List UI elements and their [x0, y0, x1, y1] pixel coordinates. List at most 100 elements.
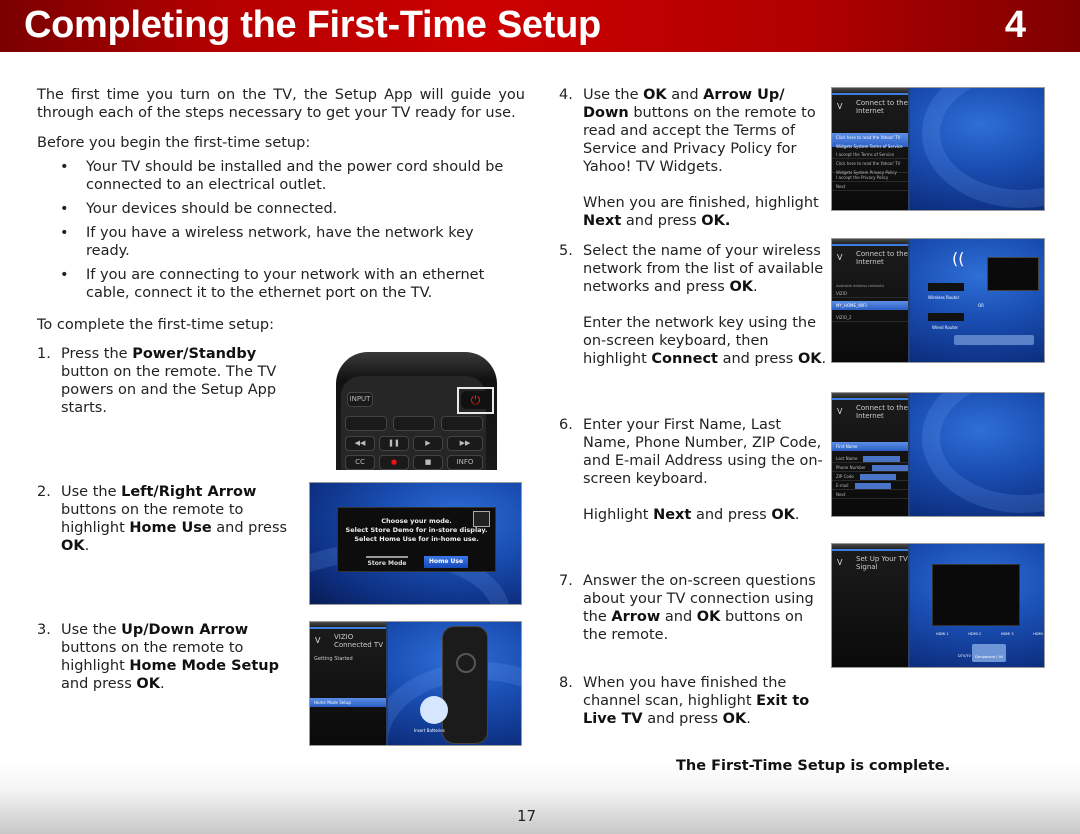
- wireless-router-icon: [928, 283, 964, 291]
- step-text: Use the OK and Arrow Up/ Down buttons on…: [583, 86, 829, 176]
- step-text-segment: .: [84, 538, 90, 554]
- step-8: 8. When you have finished the channel sca…: [559, 674, 829, 728]
- dpad-icon: [456, 653, 476, 673]
- step-text-segment: Use the: [61, 484, 122, 500]
- vizio-logo-icon: V: [837, 407, 843, 416]
- step-1: 1. Press the Power/Standby button on the …: [37, 345, 297, 417]
- to-complete-label: To complete the first-time setup:: [37, 317, 274, 333]
- step-text-segment: Select the name of your wireless network…: [583, 243, 824, 295]
- battery-callout-icon: [420, 696, 448, 724]
- list-item: • Your TV should be installed and the pow…: [60, 159, 504, 193]
- step-text-segment: and: [666, 87, 704, 103]
- emphasis-text: OK: [61, 538, 85, 554]
- network-item-selected: MY_HOME_WIFI: [832, 301, 909, 310]
- step-text-segment: and: [660, 609, 697, 625]
- energy-star-icon: [473, 511, 490, 527]
- emphasis-text: Power/Standby: [132, 346, 257, 362]
- step-text-segment: and press: [211, 520, 288, 536]
- hdmi-1-icon: HDMI 1: [936, 632, 949, 636]
- step-2: 2. Use the Left/Right Arrow buttons on th…: [37, 483, 297, 555]
- network-selection-screenshot: V Connect to the Internet Available wire…: [831, 238, 1045, 363]
- vizio-logo-icon: V: [837, 253, 843, 262]
- remote-image: [442, 626, 488, 744]
- step-text-segment: Highlight: [583, 507, 654, 523]
- form-field-row: ZIP Code: [832, 472, 909, 481]
- emphasis-text: OK: [722, 711, 747, 727]
- chapter-number: 4: [1004, 4, 1026, 46]
- step-text: Enter your First Name, Last Name, Phone …: [583, 416, 829, 488]
- step-text-segment: .: [753, 279, 758, 295]
- emphasis-text: OK: [729, 279, 753, 295]
- page-title: Completing the First-Time Setup: [24, 4, 601, 46]
- tv-menu-panel: V VIZIO Connected TV Getting Started Hom…: [310, 622, 389, 745]
- step-text-segment: and press: [691, 507, 772, 523]
- cc-button: CC: [345, 455, 375, 470]
- record-icon: ●: [379, 455, 409, 470]
- step-text-segment: button on the remote. The TV powers on a…: [61, 364, 277, 416]
- step-number: 3.: [37, 622, 51, 638]
- emphasis-text: Next: [653, 507, 692, 523]
- step-number: 8.: [559, 675, 573, 691]
- step-text: Select the name of your wireless network…: [583, 242, 829, 296]
- list-item: • If you are connecting to your network w…: [60, 267, 485, 301]
- before-label: Before you begin the first-time setup:: [37, 135, 311, 151]
- step-text-followup: Enter the network key using the on-scree…: [583, 314, 829, 368]
- step-text-segment: Enter your First Name, Last Name, Phone …: [583, 417, 823, 487]
- form-field-row: Last Name: [832, 454, 909, 463]
- step-text: Press the Power/Standby button on the re…: [61, 345, 297, 417]
- step-text-segment: When you are finished, highlight: [583, 195, 819, 211]
- rewind-icon: ◀◀: [345, 436, 375, 451]
- wifi-signal-icon: ((: [952, 249, 965, 268]
- step-number: 2.: [37, 484, 51, 500]
- mode-dialog: Choose your mode. Select Store Demo for …: [337, 507, 496, 572]
- emphasis-text: Home Mode Setup: [129, 658, 280, 674]
- checkbox-row: I accept the Terms of Service: [832, 150, 909, 159]
- power-icon: ⏻: [461, 391, 490, 409]
- network-item: VIZIO_2: [832, 313, 909, 322]
- step-text-segment: and press: [61, 676, 137, 692]
- emphasis-text: Arrow: [611, 609, 661, 625]
- step-text: Answer the on-screen questions about you…: [583, 572, 829, 644]
- step-number: 6.: [559, 417, 573, 433]
- home-mode-setup-screenshot: V VIZIO Connected TV Getting Started Hom…: [309, 621, 522, 746]
- emphasis-text: OK: [136, 676, 160, 692]
- antenna-icon: DTV/TV: [958, 654, 971, 658]
- step-3: 3. Use the Up/Down Arrow buttons on the r…: [37, 621, 297, 693]
- list-item: • If you have a wireless network, have th…: [60, 225, 474, 259]
- menu-item-selected: Home Mode Setup: [310, 698, 387, 707]
- play-icon: ▶: [413, 436, 443, 451]
- info-button: INFO: [447, 455, 483, 470]
- step-text-followup: Highlight Next and press OK.: [583, 506, 829, 524]
- hdmi-3-icon: HDMI 3: [1000, 632, 1014, 636]
- emphasis-text: OK: [643, 87, 667, 103]
- step-text: Use the Up/Down Arrow buttons on the rem…: [61, 621, 297, 693]
- vizio-logo-icon: V: [315, 636, 321, 645]
- step-text-segment: .: [821, 351, 827, 367]
- bullet-icon: •: [60, 201, 69, 217]
- intro-paragraph: The first time you turn on the TV, the S…: [37, 87, 525, 121]
- step-text-segment: and press: [717, 351, 798, 367]
- form-field-row: Phone Number: [832, 463, 909, 472]
- store-mode-button: Store Mode: [366, 556, 408, 568]
- preview-window: [932, 564, 1020, 626]
- step-text-segment: and press: [642, 711, 723, 727]
- bullet-icon: •: [60, 225, 69, 241]
- tv-signal-screenshot: V Set Up Your TV Signal HDMI 1 HDMI 2 HD…: [831, 543, 1045, 668]
- bullet-icon: •: [60, 159, 69, 175]
- vizio-logo-icon: V: [837, 558, 843, 567]
- stop-icon: ■: [413, 455, 443, 470]
- step-4: 4. Use the OK and Arrow Up/ Down buttons …: [559, 86, 829, 230]
- emphasis-text: Up/Down Arrow: [121, 622, 249, 638]
- form-field-row: E-mail: [832, 481, 909, 490]
- input-button: INPUT: [347, 392, 373, 407]
- step-text-segment: .: [746, 711, 751, 727]
- step-number: 4.: [559, 87, 573, 103]
- step-text-segment: and press: [621, 213, 702, 229]
- emphasis-text: OK: [771, 507, 795, 523]
- step-7: 7. Answer the on-screen questions about y…: [559, 572, 829, 644]
- page-number: 17: [517, 807, 537, 825]
- emphasis-text: OK: [696, 609, 721, 625]
- step-text-segment: .: [159, 676, 165, 692]
- mode-selection-screenshot: Choose your mode. Select Store Demo for …: [309, 482, 522, 605]
- fast-forward-icon: ▶▶: [447, 436, 483, 451]
